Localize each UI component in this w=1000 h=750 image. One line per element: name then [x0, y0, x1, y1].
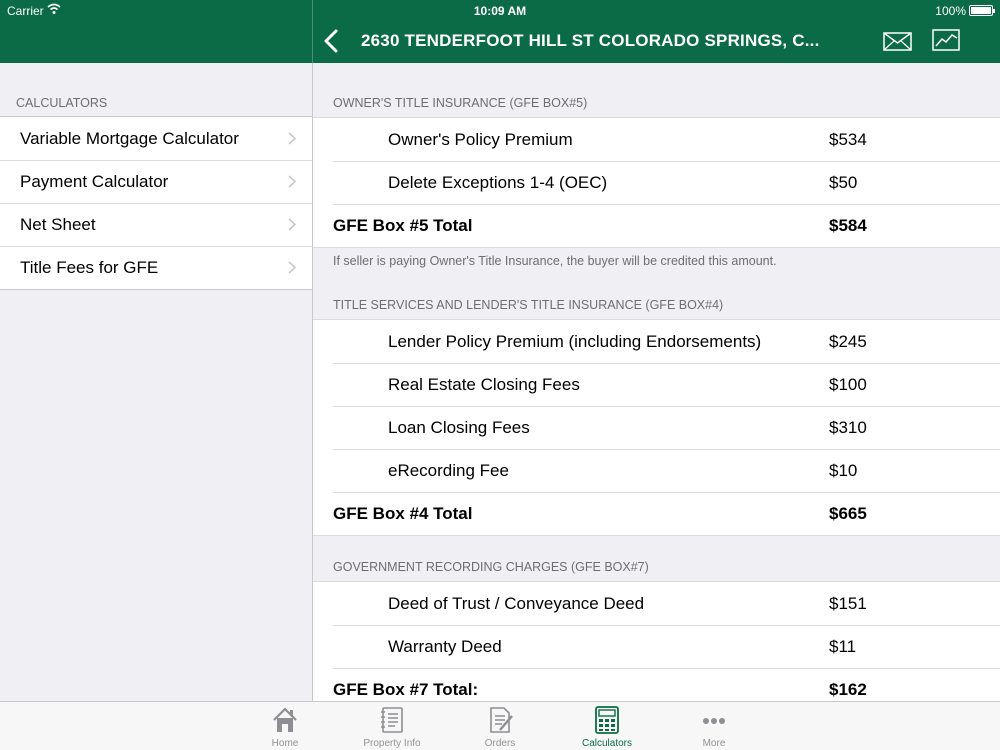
total-name: GFE Box #4 Total — [333, 504, 473, 523]
total-name: GFE Box #7 Total: — [333, 680, 479, 699]
sidebar: CALCULATORS Variable Mortgage Calculator… — [0, 63, 312, 701]
tab-calculators[interactable]: Calculators — [557, 702, 657, 750]
tab-label: Orders — [484, 738, 516, 749]
sidebar-item-label: Variable Mortgage Calculator — [20, 129, 239, 148]
title-services-group: Lender Policy Premium (including Endorse… — [313, 319, 1000, 536]
fee-amount: $10 — [829, 461, 858, 480]
fee-row: Delete Exceptions 1-4 (OEC) $50 — [313, 161, 1000, 204]
fee-amount: $534 — [829, 130, 867, 149]
battery-icon — [969, 5, 995, 16]
fee-amount: $11 — [829, 637, 857, 656]
total-row: GFE Box #4 Total $665 — [313, 492, 1000, 535]
orders-icon — [490, 707, 513, 733]
sidebar-item-variable-mortgage-calculator[interactable]: Variable Mortgage Calculator — [0, 117, 312, 160]
owners-title-group: Owner's Policy Premium $534 Delete Excep… — [313, 117, 1000, 248]
chart-icon[interactable] — [932, 28, 960, 52]
fee-name: Loan Closing Fees — [388, 418, 530, 437]
page-title: 2630 TENDERFOOT HILL ST COLORADO SPRINGS… — [361, 31, 820, 50]
fee-name: Lender Policy Premium (including Endorse… — [388, 332, 762, 351]
tab-property-info[interactable]: Property Info — [342, 702, 442, 750]
section-header-government-recording: GOVERNMENT RECORDING CHARGES (GFE BOX#7) — [333, 560, 649, 574]
tab-label: Property Info — [363, 738, 421, 749]
total-amount: $665 — [829, 504, 867, 523]
fee-row: Lender Policy Premium (including Endorse… — [313, 320, 1000, 363]
calculator-icon — [595, 706, 619, 734]
fee-row: eRecording Fee $10 — [313, 449, 1000, 492]
section-header-owners-title: OWNER'S TITLE INSURANCE (GFE BOX#5) — [333, 96, 588, 110]
tab-orders[interactable]: Orders — [450, 702, 550, 750]
fee-name: Real Estate Closing Fees — [388, 375, 580, 394]
home-icon — [273, 707, 297, 732]
battery-percentage: 100% — [935, 4, 966, 18]
sidebar-item-payment-calculator[interactable]: Payment Calculator — [0, 160, 312, 203]
fee-amount: $100 — [829, 375, 867, 394]
sidebar-item-title-fees-for-gfe[interactable]: Title Fees for GFE — [0, 246, 312, 289]
back-chevron-icon[interactable] — [322, 29, 342, 53]
fee-amount: $245 — [829, 332, 867, 351]
sidebar-section-header: CALCULATORS — [16, 96, 108, 110]
total-row: GFE Box #5 Total $584 — [313, 204, 1000, 247]
chevron-right-icon — [288, 261, 296, 274]
total-name: GFE Box #5 Total — [333, 216, 473, 235]
status-time: 10:09 AM — [473, 4, 527, 18]
fee-name: Warranty Deed — [388, 637, 502, 656]
property-info-icon — [381, 707, 403, 733]
mail-icon[interactable] — [883, 30, 912, 52]
chevron-right-icon — [288, 175, 296, 188]
section-header-title-services: TITLE SERVICES AND LENDER'S TITLE INSURA… — [333, 298, 724, 312]
total-row: GFE Box #7 Total: $162 — [313, 668, 1000, 701]
section-footnote: If seller is paying Owner's Title Insura… — [333, 254, 777, 268]
fee-row: Loan Closing Fees $310 — [313, 406, 1000, 449]
fee-name: eRecording Fee — [388, 461, 509, 480]
calculators-list: Variable Mortgage Calculator Payment Cal… — [0, 116, 312, 290]
sidebar-item-net-sheet[interactable]: Net Sheet — [0, 203, 312, 246]
fee-name: Deed of Trust / Conveyance Deed — [388, 594, 645, 613]
total-amount: $162 — [829, 680, 867, 699]
fee-name: Delete Exceptions 1-4 (OEC) — [388, 173, 608, 192]
tab-label: Home — [271, 738, 299, 749]
tab-bar: Home Property Info Orders Calculators Mo… — [0, 701, 1000, 750]
sidebar-item-label: Net Sheet — [20, 215, 96, 234]
split-divider — [312, 0, 313, 63]
fees-detail-panel[interactable]: OWNER'S TITLE INSURANCE (GFE BOX#5) Owne… — [313, 63, 1000, 701]
tab-label: More — [702, 738, 726, 749]
fee-amount: $50 — [829, 173, 858, 192]
chevron-right-icon — [288, 132, 296, 145]
sidebar-item-label: Payment Calculator — [20, 172, 169, 191]
tab-label: Calculators — [581, 738, 633, 749]
top-navigation-bar: Carrier 10:09 AM 100% 2630 TENDERFOOT HI… — [0, 0, 1000, 63]
status-bar: Carrier 10:09 AM 100% — [0, 0, 1000, 20]
fee-row: Warranty Deed $11 — [313, 625, 1000, 668]
government-recording-group: Deed of Trust / Conveyance Deed $151 War… — [313, 581, 1000, 701]
total-amount: $584 — [829, 216, 867, 235]
tab-more[interactable]: More — [664, 702, 764, 750]
fee-amount: $151 — [829, 594, 867, 613]
fee-name: Owner's Policy Premium — [388, 130, 573, 149]
fee-row: Real Estate Closing Fees $100 — [313, 363, 1000, 406]
sidebar-item-label: Title Fees for GFE — [20, 258, 159, 277]
fee-row: Deed of Trust / Conveyance Deed $151 — [313, 582, 1000, 625]
tab-home[interactable]: Home — [235, 702, 335, 750]
fee-amount: $310 — [829, 418, 867, 437]
fee-row: Owner's Policy Premium $534 — [313, 118, 1000, 161]
more-icon — [703, 718, 725, 724]
chevron-right-icon — [288, 218, 296, 231]
